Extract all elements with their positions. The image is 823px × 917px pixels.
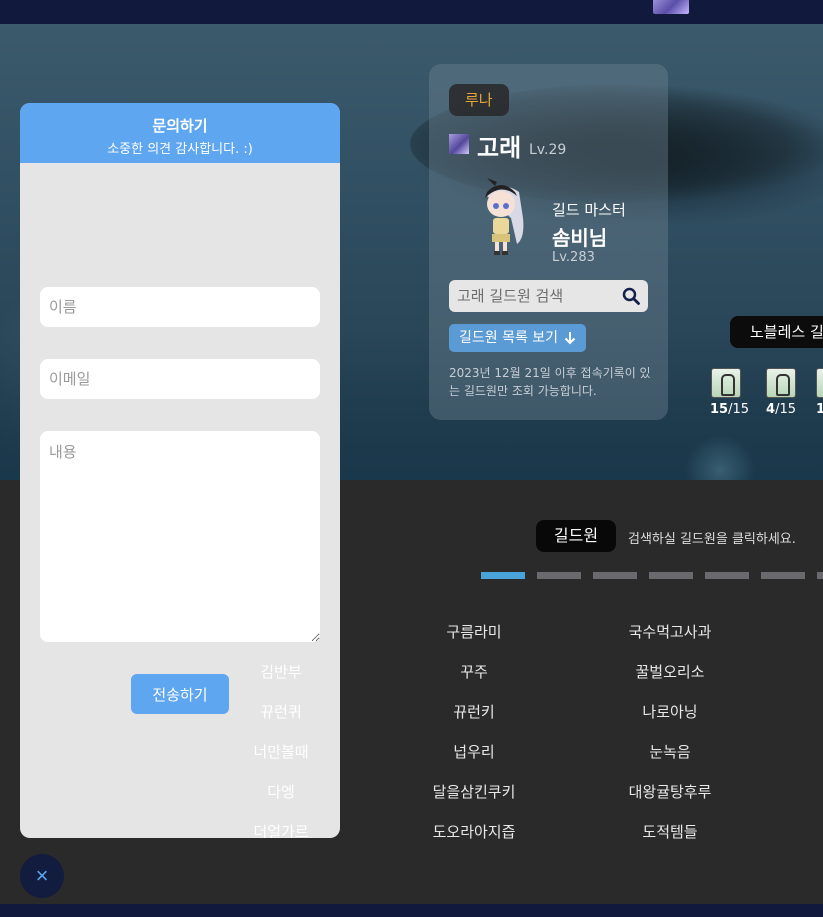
guild-emblem-icon (449, 134, 469, 154)
member-name[interactable]: 구름라미 (394, 621, 554, 642)
guild-member-search (449, 280, 648, 312)
page-indicator-4[interactable] (649, 572, 693, 579)
guild-name: 고래 (477, 134, 522, 162)
inquiry-header: 문의하기 소중한 의견 감사합니다. :) (20, 103, 340, 163)
member-name[interactable]: 넙우리 (394, 741, 554, 762)
boss-count: 15/15 (710, 402, 750, 417)
member-name[interactable]: 대왕귤탕후루 (590, 781, 750, 802)
boss-character-icon (816, 368, 823, 398)
member-name[interactable]: 뀨런키 (394, 701, 554, 722)
page-indicator-1[interactable] (481, 572, 525, 579)
boss-character-icon (711, 368, 741, 398)
inquiry-subtitle: 소중한 의견 감사합니다. :) (107, 142, 253, 157)
member-list-button[interactable]: 길드원 목록 보기 (449, 324, 587, 352)
member-name-behind-modal: 너만볼때 (253, 743, 309, 761)
guild-thumbnail-icon[interactable] (653, 0, 689, 14)
member-list-button-label: 길드원 목록 보기 (459, 330, 559, 346)
top-navigation-bar (0, 0, 823, 24)
guild-level: Lv.29 (529, 142, 567, 158)
member-name[interactable]: 눈녹음 (590, 741, 750, 762)
member-name-behind-modal: 뀨런퀴 (260, 703, 302, 721)
page-indicator-2[interactable] (537, 572, 581, 579)
tab-members[interactable]: 길드원 (536, 520, 616, 552)
page-indicator-6[interactable] (761, 572, 805, 579)
master-avatar (485, 178, 524, 255)
member-name-behind-modal: 더얼가르 (253, 823, 309, 838)
member-name[interactable]: 달을삼킨쿠키 (394, 781, 554, 802)
member-name[interactable]: 나로아닝 (590, 701, 750, 722)
master-role-label: 길드 마스터 (552, 201, 626, 219)
boss-slot[interactable]: 15/15 (710, 368, 750, 417)
member-name[interactable]: 도오라아지즙 (394, 821, 554, 842)
guild-member-search-input[interactable] (449, 280, 619, 312)
master-name[interactable]: 솜비님 (552, 222, 607, 251)
member-name[interactable]: 국수먹고사과 (590, 621, 750, 642)
member-name[interactable]: 도적템들 (590, 821, 750, 842)
member-name-behind-modal: 다엥 (267, 783, 295, 801)
boss-slot[interactable]: 1 (816, 368, 823, 417)
bottom-bar (0, 904, 823, 917)
access-record-note: 2023년 12월 21일 이후 접속기록이 있는 길드원만 조회 가능합니다. (449, 366, 651, 398)
name-field[interactable] (40, 287, 320, 327)
search-icon[interactable] (622, 287, 640, 305)
member-name-behind-modal: 김반부 (260, 663, 302, 681)
server-badge: 루나 (449, 84, 509, 116)
master-level: Lv.283 (552, 250, 595, 265)
member-name[interactable]: 꿀벌오리소 (590, 661, 750, 682)
boss-count: 4/15 (766, 402, 796, 417)
submit-button[interactable]: 전송하기 (131, 674, 229, 714)
page-indicator-5[interactable] (705, 572, 749, 579)
inquiry-modal: 문의하기 소중한 의견 감사합니다. :) 김반부 뀨런퀴 너만볼때 다엥 더얼… (20, 103, 340, 838)
page-indicator-7[interactable] (817, 572, 823, 579)
member-name[interactable]: 꾸주 (394, 661, 554, 682)
rank-tag[interactable]: 노블레스 길 (730, 316, 823, 348)
boss-count: 1 (816, 402, 823, 417)
close-icon[interactable]: × (20, 854, 64, 898)
boss-character-icon (766, 368, 796, 398)
inquiry-title: 문의하기 (152, 117, 208, 135)
arrow-down-icon (564, 332, 576, 345)
page-indicator-3[interactable] (593, 572, 637, 579)
content-field[interactable] (40, 431, 320, 642)
guild-info-card: 루나 고래 Lv.29 길드 마스터 솜비님 Lv.283 길드원 목록 보기 … (429, 64, 668, 420)
member-hint: 검색하실 길드원을 클릭하세요. (628, 532, 796, 547)
email-field[interactable] (40, 359, 320, 399)
boss-slot[interactable]: 4/15 (765, 368, 797, 417)
